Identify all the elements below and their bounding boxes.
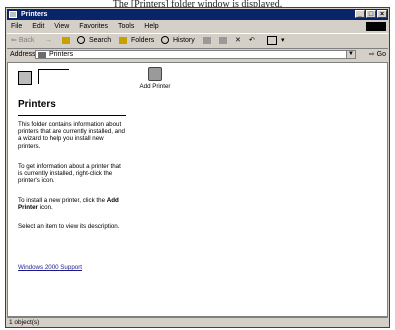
folders-button[interactable]: Folders — [119, 34, 154, 48]
go-arrow-icon: ⇨ — [368, 51, 375, 58]
go-label: Go — [376, 51, 386, 58]
install-text-prefix: To install a new printer, click the — [18, 197, 106, 204]
pane-heading: Printers — [18, 99, 56, 110]
title-bar[interactable]: Printers _ □ × — [7, 9, 388, 20]
add-printer-label: Add Printer — [139, 83, 171, 90]
menu-tools[interactable]: Tools — [114, 21, 138, 32]
menu-favorites[interactable]: Favorites — [75, 21, 112, 32]
undo-icon: ↶ — [249, 37, 255, 44]
status-text: 1 object(s) — [9, 319, 40, 326]
search-label: Search — [88, 37, 112, 44]
window-title: Printers — [21, 11, 48, 18]
up-folder-icon — [62, 36, 70, 44]
back-label: Back — [18, 37, 35, 44]
folder-content[interactable]: Printers This folder contains informatio… — [7, 62, 388, 317]
address-label: Address — [10, 51, 36, 58]
minimize-button[interactable]: _ — [355, 10, 365, 18]
address-dropdown-button[interactable]: ▼ — [346, 51, 355, 58]
go-button[interactable]: ⇨ Go — [369, 49, 386, 61]
printer-folder-icon — [9, 11, 17, 18]
menu-view[interactable]: View — [50, 21, 73, 32]
support-link[interactable]: Windows 2000 Support — [18, 264, 82, 271]
copy-to-icon — [219, 36, 227, 44]
heading-divider — [18, 115, 126, 116]
printer-graphic-icon — [18, 71, 32, 85]
views-button[interactable]: ▾ — [267, 34, 284, 48]
add-printer-item[interactable]: Add Printer — [130, 67, 180, 90]
history-button[interactable]: History — [161, 34, 195, 48]
status-bar: 1 object(s) — [7, 317, 388, 327]
toolbar: ⇐ Back → Search Folders History ✕ ↶ ▾ — [7, 33, 388, 49]
install-text-suffix: icon. — [39, 204, 53, 212]
maximize-button[interactable]: □ — [366, 10, 376, 18]
description-install: To install a new printer, click the Add … — [18, 197, 126, 211]
delete-icon: ✕ — [235, 37, 241, 44]
address-value: Printers — [49, 51, 74, 58]
search-button[interactable]: Search — [77, 34, 111, 48]
address-field[interactable]: Printers ▼ — [35, 50, 356, 59]
search-icon — [77, 36, 85, 45]
menu-file[interactable]: File — [7, 21, 26, 32]
back-arrow-icon: ⇐ — [11, 37, 17, 44]
menu-bar: File Edit View Favorites Tools Help — [7, 21, 388, 32]
undo-button[interactable]: ↶ — [249, 34, 255, 48]
printer-icon — [148, 67, 162, 81]
decorative-frame-icon — [38, 69, 69, 84]
description-select: Select an item to view its description. — [18, 223, 120, 230]
forward-button[interactable]: → — [45, 34, 52, 48]
views-dropdown-icon: ▾ — [280, 37, 285, 44]
menu-edit[interactable]: Edit — [28, 21, 48, 32]
copy-to-button[interactable] — [219, 34, 229, 48]
move-to-icon — [203, 36, 211, 44]
windows-logo-icon — [366, 22, 386, 31]
printers-window: Printers _ □ × File Edit View Favorites … — [5, 7, 390, 328]
move-to-button[interactable] — [203, 34, 213, 48]
history-icon — [161, 36, 169, 45]
delete-button[interactable]: ✕ — [235, 34, 241, 48]
close-button[interactable]: × — [377, 10, 387, 18]
folders-label: Folders — [130, 37, 155, 44]
folders-icon — [119, 36, 127, 44]
menu-help[interactable]: Help — [140, 21, 162, 32]
back-button[interactable]: ⇐ Back — [11, 34, 34, 48]
description-intro: This folder contains information about p… — [18, 121, 125, 150]
description-info: To get information about a printer that … — [18, 163, 121, 185]
views-icon — [267, 35, 277, 45]
printers-folder-small-icon — [38, 52, 46, 58]
up-folder-button[interactable] — [62, 34, 72, 48]
address-bar: Address Printers ▼ ⇨ Go — [7, 49, 388, 61]
history-label: History — [172, 37, 195, 44]
